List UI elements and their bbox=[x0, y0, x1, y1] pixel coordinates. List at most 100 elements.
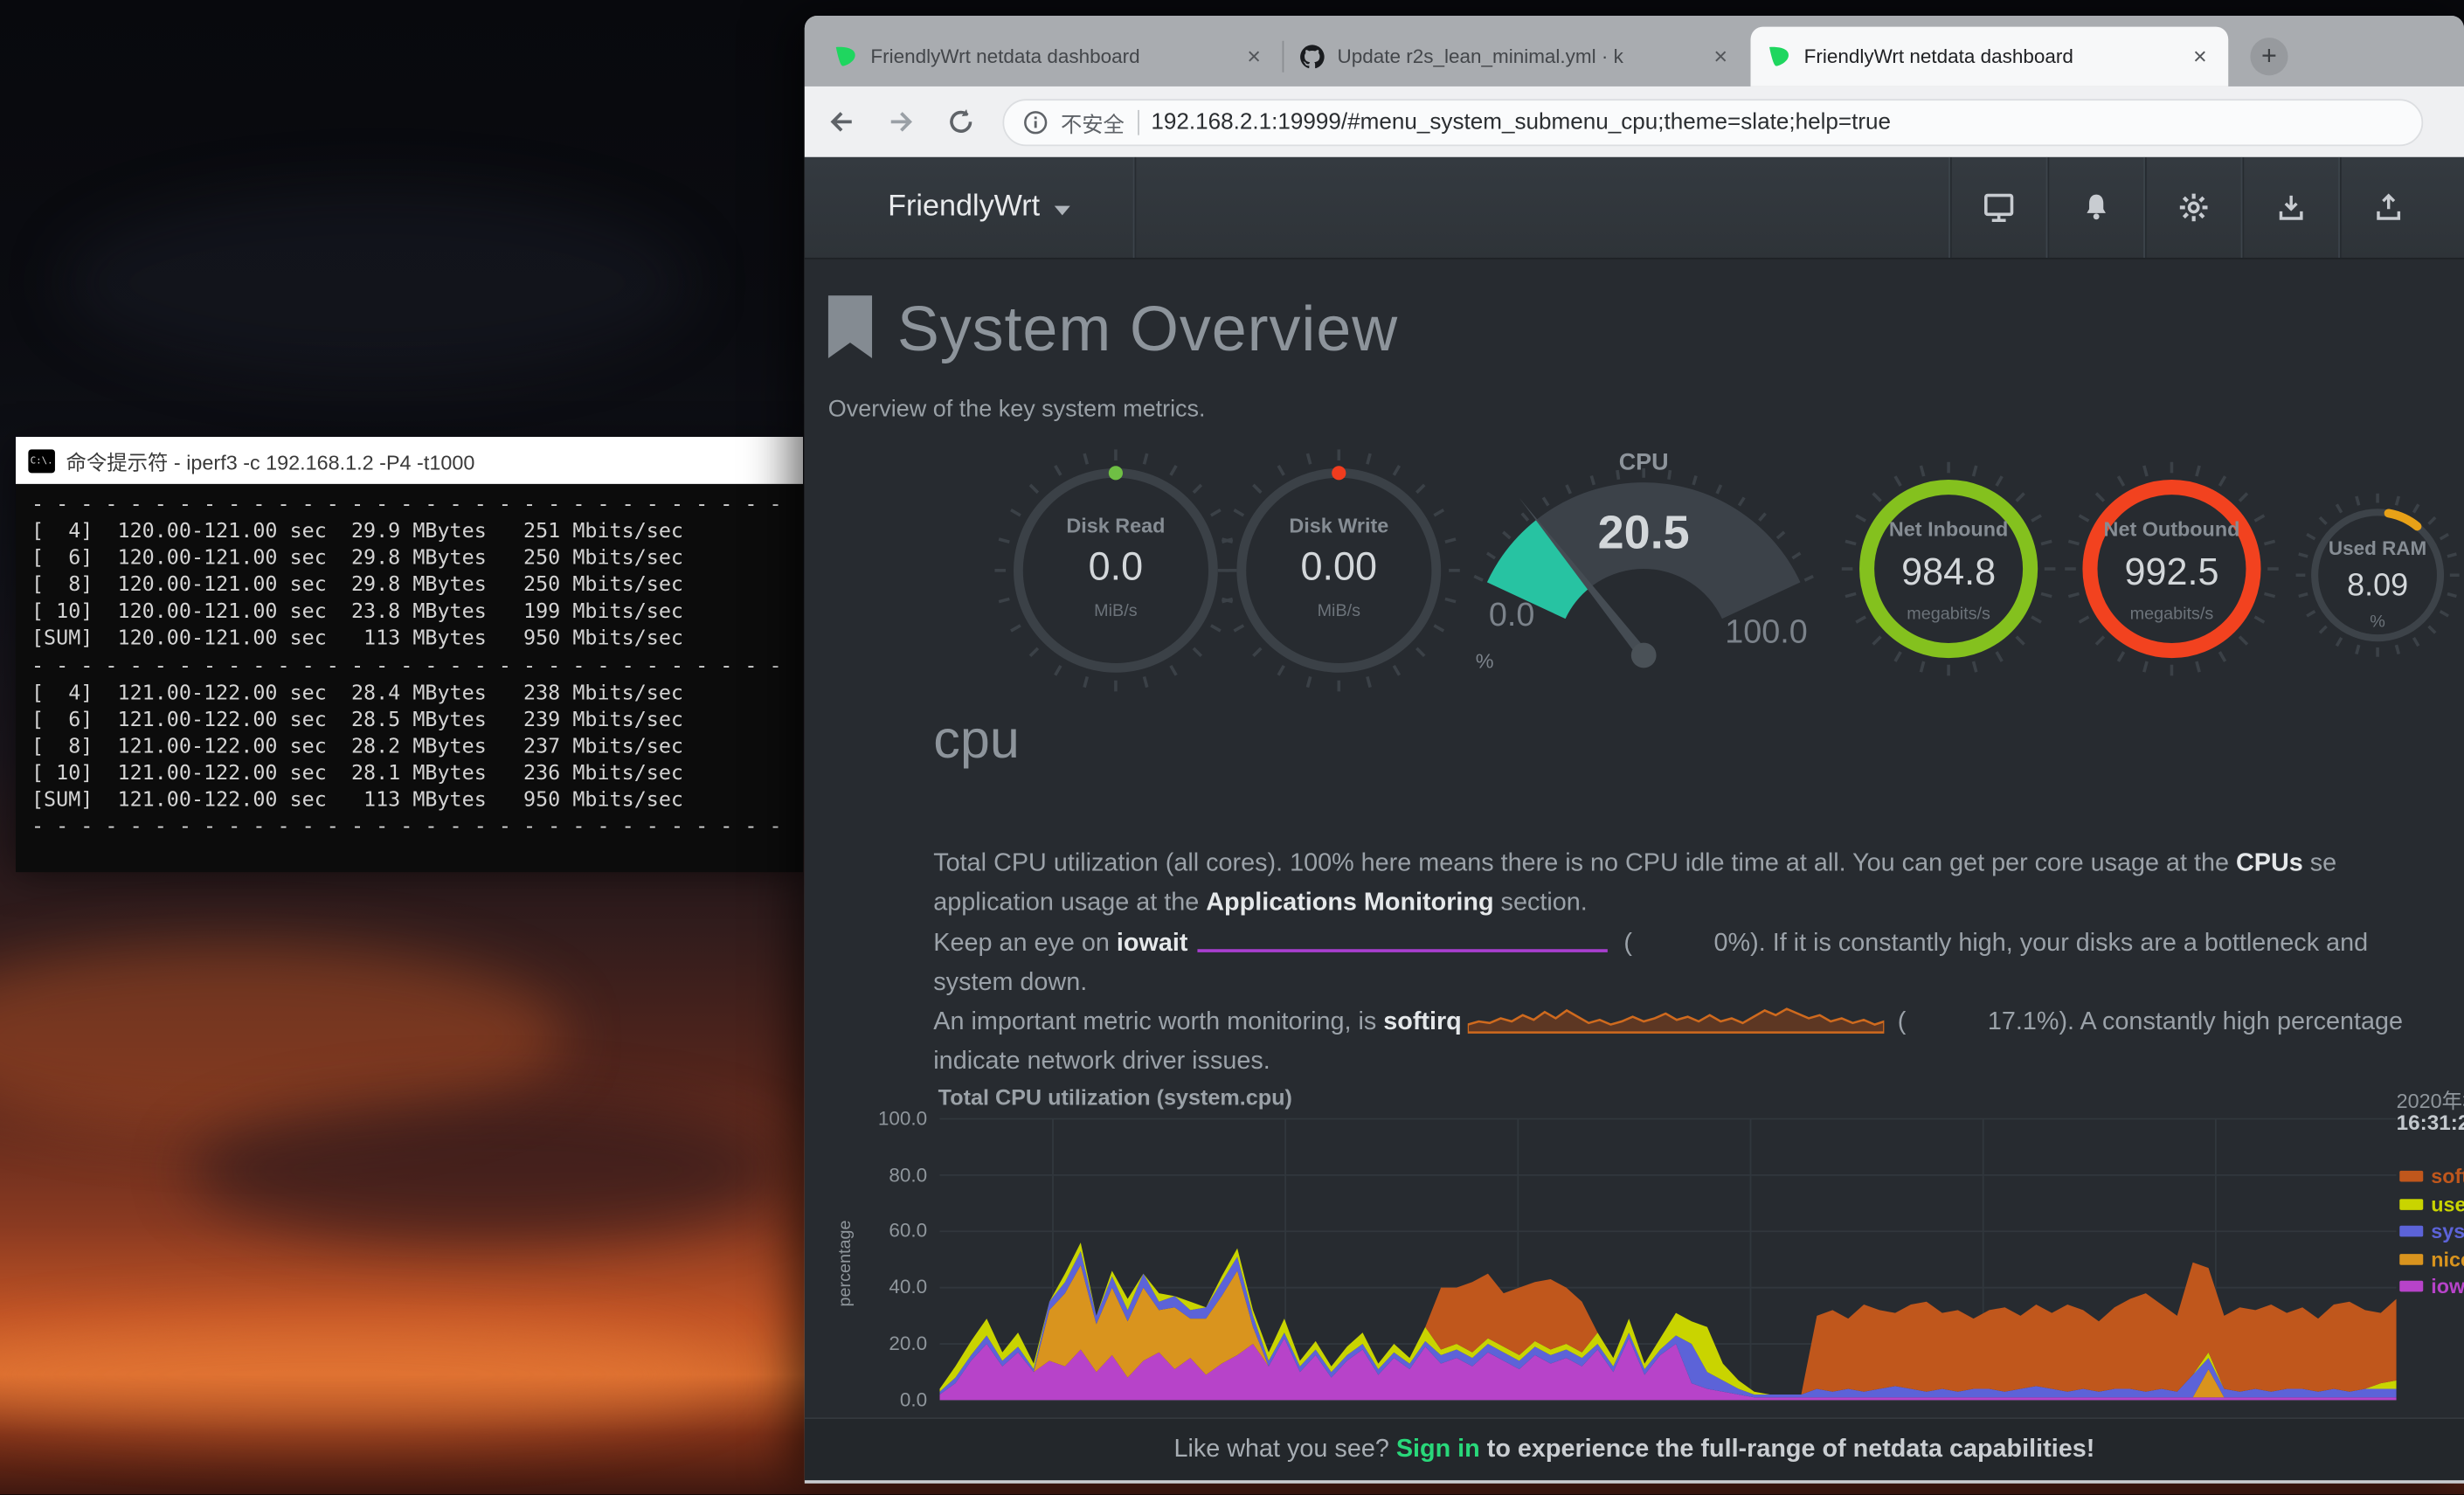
wallpaper-cloud bbox=[0, 1320, 723, 1430]
tab-friendlywrt-2-active[interactable]: FriendlyWrt netdata dashboard × bbox=[1750, 27, 2228, 87]
terminal-line: [SUM] 121.00-122.00 sec 113 MBytes 950 M… bbox=[31, 787, 787, 814]
url-text[interactable]: 192.168.2.1:19999/#menu_system_submenu_c… bbox=[1151, 109, 1891, 135]
text: indicate network driver issues. bbox=[933, 1049, 1270, 1076]
netdata-favicon bbox=[833, 44, 858, 69]
net-outbound-gauge[interactable]: Net Outbound 992.5 megabits/s bbox=[2054, 451, 2290, 687]
gauge-label: CPU bbox=[1463, 449, 1824, 476]
upload-icon bbox=[2373, 191, 2405, 223]
iowait-sparkline bbox=[1194, 926, 1611, 954]
legend-label: iowait bbox=[2431, 1274, 2464, 1298]
terminal-line: [ 8] 120.00-121.00 sec 29.8 MBytes 250 M… bbox=[31, 572, 787, 599]
net-inbound-gauge[interactable]: Net Inbound 984.8 megabits/s bbox=[1831, 451, 2066, 687]
terminal-line: [SUM] 120.00-121.00 sec 113 MBytes 950 M… bbox=[31, 626, 787, 654]
wallpaper-cloud bbox=[63, 189, 691, 377]
tab-close-icon[interactable]: × bbox=[2187, 45, 2212, 68]
y-tick: 20.0 bbox=[855, 1332, 927, 1354]
gauge-unit: megabits/s bbox=[1831, 605, 2066, 624]
tab-close-icon[interactable]: × bbox=[1242, 45, 1267, 68]
terminal-line: [ 10] 121.00-122.00 sec 28.1 MBytes 236 … bbox=[31, 760, 787, 787]
legend-swatch bbox=[2399, 1225, 2423, 1236]
legend-label: user bbox=[2431, 1192, 2464, 1215]
legend-swatch bbox=[2399, 1280, 2423, 1291]
chevron-down-icon bbox=[1054, 205, 1069, 215]
link-applications-monitoring[interactable]: Applications Monitoring bbox=[1206, 889, 1493, 917]
gauge-label: Net Outbound bbox=[2054, 517, 2290, 541]
signin-suffix: to experience the full-range of netdata … bbox=[1480, 1436, 2095, 1464]
new-tab-button[interactable]: + bbox=[2250, 38, 2288, 75]
monitor-icon bbox=[1982, 190, 2017, 225]
legend-item-iowait[interactable]: iowait bbox=[2399, 1275, 2464, 1297]
url-bar[interactable]: 不安全 192.168.2.1:19999/#menu_system_subme… bbox=[1002, 98, 2423, 145]
info-icon[interactable] bbox=[1023, 109, 1049, 135]
host-dropdown[interactable]: FriendlyWrt bbox=[805, 157, 1136, 258]
reload-icon bbox=[945, 107, 975, 136]
used-ram-gauge[interactable]: Used RAM 8.09 % bbox=[2283, 481, 2464, 669]
disk-read-dot bbox=[1109, 466, 1123, 480]
gauge-value: 0.0 bbox=[990, 545, 1242, 591]
legend-label: system bbox=[2431, 1219, 2464, 1242]
import-snapshot-button[interactable] bbox=[2241, 157, 2340, 258]
softirq-sparkline bbox=[1468, 1005, 1885, 1035]
gauge-value: 984.8 bbox=[1831, 551, 2066, 595]
chart-date: 2020年3 bbox=[2397, 1084, 2464, 1114]
gauge-label: Disk Read bbox=[990, 514, 1242, 537]
cpu-gauge[interactable]: CPU 20.5 0.0 100.0 % bbox=[1463, 448, 1824, 692]
cpu-utilization-chart[interactable] bbox=[939, 1108, 2396, 1409]
tab-close-icon[interactable]: × bbox=[1708, 45, 1734, 68]
terminal-line: - - - - - - - - - - - - - - - - - - - - … bbox=[31, 814, 787, 841]
gauge-unit: megabits/s bbox=[2054, 605, 2290, 624]
netdata-navbar: FriendlyWrt bbox=[805, 157, 2464, 260]
back-button[interactable] bbox=[817, 98, 864, 145]
cpu-gauge-arc bbox=[1463, 448, 1824, 692]
netdata-favicon bbox=[1766, 44, 1791, 69]
y-tick: 0.0 bbox=[855, 1389, 927, 1411]
terminal-window[interactable]: C:\. 命令提示符 - iperf3 -c 192.168.1.2 -P4 -… bbox=[16, 437, 803, 864]
terminal-line: - - - - - - - - - - - - - - - - - - - - … bbox=[31, 653, 787, 680]
terminal-line: [ 4] 121.00-122.00 sec 28.4 MBytes 238 M… bbox=[31, 680, 787, 707]
tab-title: Update r2s_lean_minimal.yml · k bbox=[1337, 45, 1695, 67]
gauge-value: 8.09 bbox=[2283, 569, 2464, 605]
forward-button[interactable] bbox=[877, 98, 924, 145]
print-dashboard-button[interactable] bbox=[1948, 157, 2047, 258]
page-subtitle: Overview of the key system metrics. bbox=[828, 396, 1206, 423]
legend-swatch bbox=[2399, 1198, 2423, 1209]
link-cpus[interactable]: CPUs bbox=[2236, 850, 2303, 877]
gauge-unit: % bbox=[1476, 649, 1494, 673]
chart-time: 16:31:2 bbox=[2397, 1111, 2464, 1135]
terminal-titlebar[interactable]: C:\. 命令提示符 - iperf3 -c 192.168.1.2 -P4 -… bbox=[16, 437, 803, 484]
export-snapshot-button[interactable] bbox=[2338, 157, 2437, 258]
alarms-button[interactable] bbox=[2046, 157, 2145, 258]
settings-button[interactable] bbox=[2143, 157, 2242, 258]
gauge-value: 0.00 bbox=[1213, 545, 1464, 591]
tab-friendlywrt-1[interactable]: FriendlyWrt netdata dashboard × bbox=[817, 27, 1282, 87]
legend-item-nice[interactable]: nice bbox=[2399, 1248, 2464, 1270]
gauge-label: Disk Write bbox=[1213, 514, 1464, 537]
browser-toolbar: 不安全 192.168.2.1:19999/#menu_system_subme… bbox=[805, 87, 2464, 157]
y-tick: 80.0 bbox=[855, 1165, 927, 1187]
omnibox-separator bbox=[1137, 109, 1139, 135]
disk-write-gauge[interactable]: Disk Write 0.00 MiB/s bbox=[1213, 445, 1464, 696]
netdata-page: FriendlyWrt bbox=[805, 157, 2464, 1480]
disk-read-gauge[interactable]: Disk Read 0.0 MiB/s bbox=[990, 445, 1242, 696]
legend-label: softirq bbox=[2431, 1164, 2464, 1187]
reload-button[interactable] bbox=[937, 98, 984, 145]
legend-label: nice bbox=[2431, 1247, 2464, 1270]
signin-link[interactable]: Sign in bbox=[1396, 1436, 1480, 1464]
legend-item-system[interactable]: system bbox=[2399, 1220, 2464, 1242]
desktop: C:\. 命令提示符 - iperf3 -c 192.168.1.2 -P4 -… bbox=[0, 0, 2464, 1494]
browser-window-edge bbox=[805, 1480, 2464, 1484]
text: Keep an eye on bbox=[933, 930, 1117, 957]
cpu-description: Total CPU utilization (all cores). 100% … bbox=[933, 844, 2464, 1083]
text: se bbox=[2303, 850, 2336, 877]
text: Total CPU utilization (all cores). 100% … bbox=[933, 850, 2236, 877]
download-icon bbox=[2275, 191, 2307, 223]
legend-item-softirq[interactable]: softirq bbox=[2399, 1165, 2464, 1187]
y-tick: 60.0 bbox=[855, 1220, 927, 1242]
text: 17.1%). A constantly high percentage bbox=[1988, 1009, 2403, 1036]
tab-github[interactable]: Update r2s_lean_minimal.yml · k × bbox=[1284, 27, 1748, 87]
cmd-icon: C:\. bbox=[28, 448, 55, 472]
legend-item-user[interactable]: user bbox=[2399, 1193, 2464, 1215]
text: system down. bbox=[933, 969, 1087, 996]
gauge-unit: MiB/s bbox=[1213, 602, 1464, 621]
text-softirq: softirq bbox=[1383, 1009, 1462, 1036]
